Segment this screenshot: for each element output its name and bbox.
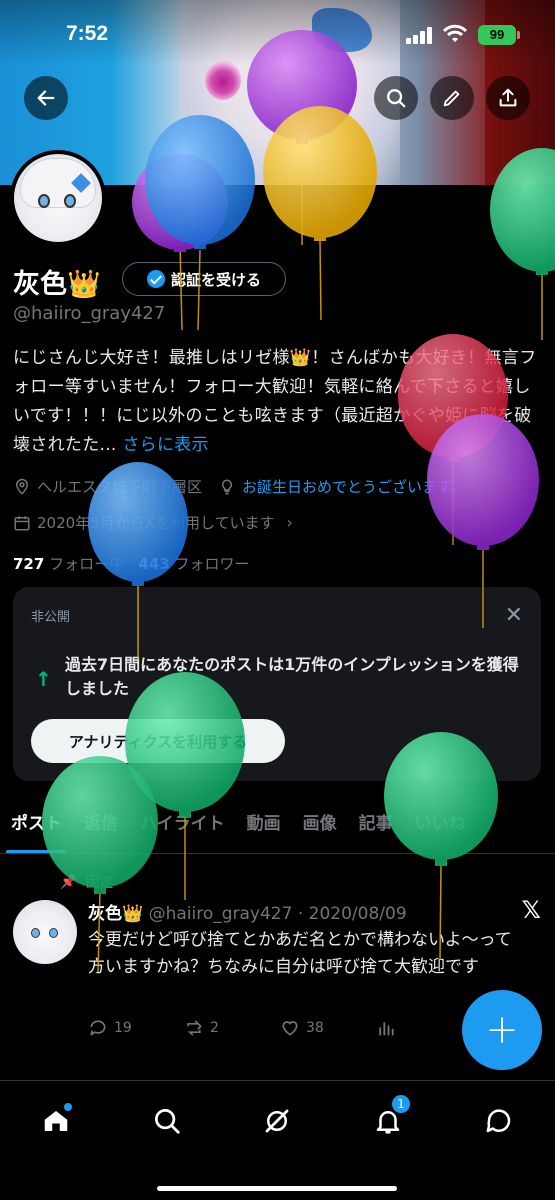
- message-bubble-icon: [486, 1109, 511, 1133]
- close-icon[interactable]: ✕: [505, 603, 523, 628]
- post-text[interactable]: 今更だけど呼び捨てとかあだ名とかで構わないよ〜って方いますかね？ちなみに自分は呼…: [88, 927, 528, 981]
- bulb-icon: [222, 478, 233, 494]
- profile-joined-row[interactable]: 2020年5月からXを利用しています ›: [13, 512, 293, 533]
- share-button[interactable]: [486, 76, 530, 120]
- follow-counts: 727 フォロー中 443 フォロワー: [13, 553, 250, 574]
- profile-avatar[interactable]: [10, 150, 106, 246]
- home-unread-dot: [64, 1103, 72, 1111]
- location-pin-icon: [15, 478, 29, 495]
- status-time: 7:52: [66, 22, 109, 45]
- profile-handle: @haiiro_gray427: [13, 303, 166, 324]
- repost-icon: [187, 1020, 202, 1036]
- nav-messages[interactable]: [479, 1101, 519, 1141]
- profile-bio: にじさんじ大好き！最推しはリゼ様👑！さんばかも大好き！無言フォロー等すいません！…: [13, 344, 543, 460]
- share-icon: [499, 88, 517, 107]
- following-label: フォロー中: [49, 555, 125, 573]
- like-button[interactable]: 38: [280, 1018, 376, 1038]
- post-actions: 19 2 38: [88, 1018, 472, 1038]
- chevron-right-icon: ›: [286, 513, 293, 532]
- repost-count: 2: [210, 1020, 219, 1036]
- tab-replies[interactable]: 返信: [73, 802, 129, 853]
- profile-tabs: ポスト 返信 ハイライト 動画 画像 記事 いいね: [0, 802, 555, 854]
- post-author[interactable]: 灰色👑: [88, 904, 143, 924]
- arrow-left-icon: [37, 90, 55, 106]
- like-count: 38: [306, 1020, 324, 1036]
- private-label: 非公開: [31, 610, 71, 625]
- pencil-icon: [443, 90, 460, 107]
- followers-label: フォロワー: [174, 555, 250, 573]
- x-logo-icon: 𝕏: [521, 896, 541, 924]
- nav-grok[interactable]: [257, 1101, 297, 1141]
- repost-button[interactable]: 2: [184, 1018, 280, 1038]
- analytics-card: 非公開 ✕ ↑ 過去7日間にあなたのポストは1万件のインプレッションを獲得しまし…: [13, 587, 541, 781]
- get-verified-button[interactable]: 認証を受ける: [122, 262, 286, 296]
- profile-joined: 2020年5月からXを利用しています: [37, 514, 275, 532]
- pin-icon: 📌: [60, 874, 78, 890]
- verified-badge-icon: [146, 270, 165, 288]
- compose-button[interactable]: +: [462, 990, 542, 1070]
- post-avatar[interactable]: [13, 900, 77, 964]
- bio-text: にじさんじ大好き！最推しはリゼ様👑！さんばかも大好き！無言フォロー等すいません！…: [13, 348, 537, 455]
- nav-home[interactable]: [36, 1101, 76, 1141]
- reply-icon: [90, 1020, 106, 1036]
- tab-videos[interactable]: 動画: [236, 802, 292, 853]
- reply-count: 19: [114, 1020, 132, 1036]
- heart-icon: [282, 1021, 298, 1036]
- arrow-up-icon: ↑: [35, 667, 52, 691]
- analytics-button[interactable]: アナリティクスを利用する: [31, 719, 285, 763]
- reply-button[interactable]: 19: [88, 1018, 184, 1038]
- pinned-indicator: 📌 固定: [60, 872, 113, 892]
- cellular-signal-icon: [406, 26, 434, 44]
- tab-posts[interactable]: ポスト: [0, 802, 73, 853]
- following-count: 727: [13, 555, 45, 573]
- edit-button[interactable]: [430, 76, 474, 120]
- search-button[interactable]: [374, 76, 418, 120]
- wifi-icon: [442, 24, 468, 42]
- home-indicator: [157, 1186, 397, 1191]
- search-icon: [387, 89, 406, 108]
- notification-badge: 1: [390, 1093, 412, 1115]
- analytics-stat-button[interactable]: [376, 1018, 472, 1038]
- nav-notifications[interactable]: 1: [368, 1093, 412, 1141]
- tab-articles[interactable]: 記事: [348, 802, 404, 853]
- grok-icon: [265, 1109, 289, 1133]
- profile-name: 灰色👑: [13, 269, 101, 300]
- bar-chart-icon: [379, 1022, 394, 1036]
- bottom-navigation: 1: [0, 1080, 555, 1200]
- post-header: 灰色👑 @haiiro_gray427 · 2020/08/09: [88, 899, 407, 924]
- profile-location: ヘルエスタ城下町下層区: [37, 478, 203, 496]
- show-more-link[interactable]: さらに表示: [122, 435, 209, 455]
- nav-search[interactable]: [147, 1101, 187, 1141]
- followers-count: 443: [138, 555, 170, 573]
- get-verified-label: 認証を受ける: [170, 270, 261, 289]
- following-link[interactable]: 727 フォロー中: [13, 555, 124, 573]
- search-icon: [155, 1109, 180, 1134]
- calendar-icon: [14, 515, 30, 530]
- profile-website-link[interactable]: お誕生日おめでとうございます。: [242, 476, 466, 497]
- followers-link[interactable]: 443 フォロワー: [138, 555, 249, 573]
- back-button[interactable]: [24, 76, 68, 120]
- analytics-message: 過去7日間にあなたのポストは1万件のインプレッションを獲得しました: [65, 655, 519, 698]
- pinned-label: 固定: [85, 875, 114, 891]
- profile-meta-row: ヘルエスタ城下町下層区 お誕生日おめでとうございます。: [13, 476, 466, 497]
- post-handle-date: @haiiro_gray427 · 2020/08/09: [148, 904, 407, 924]
- tab-images[interactable]: 画像: [292, 802, 348, 853]
- tab-highlights[interactable]: ハイライト: [129, 802, 236, 853]
- tab-likes[interactable]: いいね: [404, 802, 477, 853]
- status-bar: 7:52 99: [0, 0, 555, 60]
- battery-indicator: 99: [478, 25, 516, 45]
